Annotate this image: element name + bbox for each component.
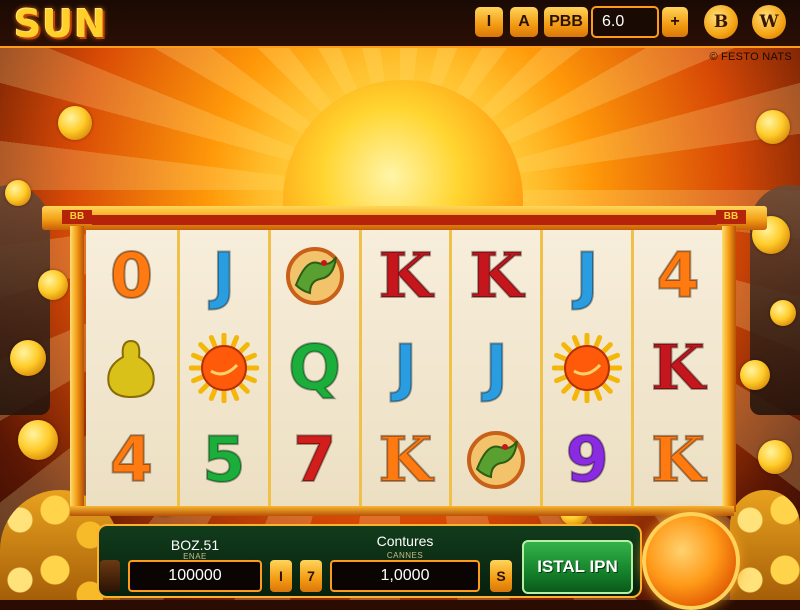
bet-label: Contures	[376, 533, 434, 549]
reel-column: 4 KK	[631, 230, 722, 506]
symbol-k: K	[378, 423, 434, 496]
symbol-j: J	[575, 239, 600, 312]
reel-cell: K	[362, 414, 450, 506]
plus-button[interactable]: +	[662, 7, 688, 37]
toolbar-button-pbb[interactable]: PBB	[544, 7, 588, 37]
reel-cell	[180, 322, 268, 414]
sun-symbol-icon	[188, 333, 259, 403]
reel-cell: 4	[634, 230, 722, 322]
coin-icon	[758, 440, 792, 474]
reel-cell: J	[180, 230, 268, 322]
reel-frame-bottom	[70, 506, 734, 516]
reel-column: KJ	[449, 230, 541, 506]
symbol-k: K	[378, 239, 434, 312]
coin-icon	[770, 300, 796, 326]
reel-cell: K	[634, 322, 722, 414]
reel-cell	[452, 414, 540, 506]
reel-cell: K	[452, 230, 540, 322]
copyright-icon: ©	[709, 51, 718, 63]
bet-sublabel: CANNES	[386, 551, 424, 560]
reel-column: 04	[86, 230, 177, 506]
value-display: 6.0	[591, 6, 659, 38]
reel-cell	[86, 322, 177, 414]
symbol-j: J	[393, 331, 418, 404]
balance-label: BOZ.51	[170, 537, 220, 553]
toolbar-button-a[interactable]: A	[510, 7, 538, 37]
toolbar-button-i[interactable]: I	[475, 7, 503, 37]
frame-tag-right: BB	[716, 210, 746, 224]
reel-cell: 0	[86, 230, 177, 322]
coin-icon	[756, 110, 790, 144]
coin-icon	[740, 360, 770, 390]
reel-cell: J	[543, 230, 631, 322]
bet-field: 1,0000	[330, 560, 480, 592]
reel-frame-top	[42, 206, 767, 230]
pillar-left	[70, 226, 84, 512]
symbol-k: K	[650, 423, 706, 496]
symbol-4: 4	[655, 239, 700, 312]
symbol-j: J	[211, 239, 236, 312]
sun-symbol-icon	[552, 333, 623, 403]
pillar-right	[722, 226, 736, 512]
dragon-symbol-icon	[285, 247, 344, 305]
reel-cell: K	[362, 230, 450, 322]
symbol-9: 9	[565, 423, 610, 496]
corner-label-text: FESTO NATS	[720, 51, 792, 63]
dragon-symbol-icon	[467, 431, 526, 489]
coin-icon	[38, 270, 68, 300]
symbol-5: 5	[201, 423, 246, 496]
install-button[interactable]: ISTAL IPN	[522, 540, 633, 594]
round-button-b[interactable]: B	[704, 5, 738, 39]
reel-column: J9	[540, 230, 632, 506]
reel-grid: 04J5Q7KJKKJJ94KK	[86, 230, 722, 506]
top-bar: SUN I A PBB 6.0 + B W	[0, 0, 800, 48]
coin-icon	[5, 180, 31, 206]
reel-cell: J	[362, 322, 450, 414]
symbol-k: K	[650, 331, 706, 404]
symbol-k: K	[468, 239, 524, 312]
symbol-0: 0	[109, 239, 154, 312]
frame-tag-left: BB	[62, 210, 92, 224]
reel-cell: Q	[271, 322, 359, 414]
panel-button-7[interactable]: 7	[300, 560, 322, 592]
reel-cell: 5	[180, 414, 268, 506]
reel-cell: 4	[86, 414, 177, 506]
pear-symbol-icon	[107, 339, 156, 399]
reel-cell: K	[634, 414, 722, 506]
corner-label: © FESTO NATS	[710, 51, 792, 63]
reel-column: Q7	[267, 230, 359, 506]
reel-cell: J	[452, 322, 540, 414]
spin-button[interactable]	[642, 512, 740, 610]
panel-button-s[interactable]: S	[490, 560, 512, 592]
coin-icon	[58, 106, 92, 140]
reel-cell	[543, 322, 631, 414]
reel-column: J5	[176, 230, 268, 506]
coin-pile-right	[730, 490, 800, 600]
frame-bar	[92, 215, 717, 225]
symbol-7: 7	[292, 423, 337, 496]
game-logo: SUN	[14, 2, 108, 46]
reel-cell	[271, 230, 359, 322]
symbol-q: Q	[287, 331, 342, 404]
symbol-j: J	[484, 331, 509, 404]
panel-button-i[interactable]: I	[270, 560, 292, 592]
balance-field: 100000	[128, 560, 262, 592]
coin-icon	[10, 340, 46, 376]
reel-cell: 9	[543, 414, 631, 506]
symbol-4: 4	[109, 423, 154, 496]
coin-icon	[18, 420, 58, 460]
reel-column: KJK	[358, 230, 450, 506]
reel-cell: 7	[271, 414, 359, 506]
panel-edge-button[interactable]	[100, 560, 120, 592]
round-button-w[interactable]: W	[752, 5, 786, 39]
